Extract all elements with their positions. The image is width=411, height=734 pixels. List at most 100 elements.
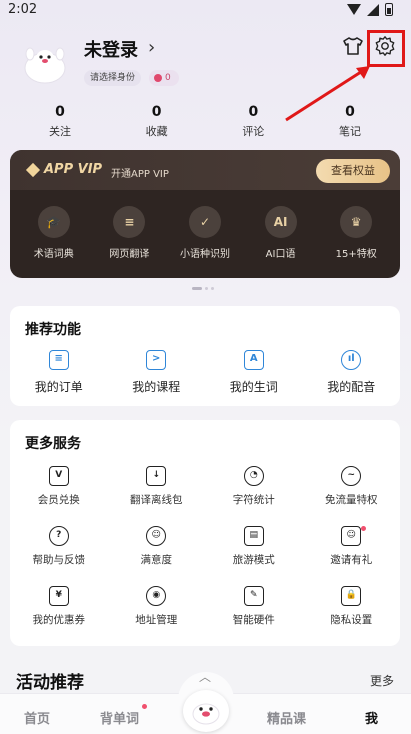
order-list-icon: ≡ xyxy=(48,350,69,370)
smile-icon: ☺ xyxy=(146,526,167,546)
service-coupons[interactable]: ¥ 我的优惠券 xyxy=(10,586,108,627)
location-pin-icon: ◉ xyxy=(146,586,167,606)
shield-check-icon: ✓ xyxy=(188,206,221,238)
my-orders-button[interactable]: ≡ 我的订单 xyxy=(16,350,102,395)
my-words-button[interactable]: A 我的生词 xyxy=(211,350,297,395)
lock-icon: 🔒 xyxy=(341,586,362,606)
settings-gear-icon[interactable] xyxy=(374,35,396,57)
vip-item-label: AI口语 xyxy=(265,249,296,260)
status-time: 2:02 xyxy=(8,2,38,17)
service-help-feedback[interactable]: ? 帮助与反馈 xyxy=(10,526,108,567)
battery-icon xyxy=(385,3,393,16)
graduation-cap-icon: 🎓 xyxy=(37,206,70,238)
stat-notes[interactable]: 0 笔记 xyxy=(310,104,390,139)
signal-icon xyxy=(367,3,379,16)
vip-exchange-icon: V xyxy=(48,466,69,486)
feature-label: 我的订单 xyxy=(34,380,83,394)
stat-label: 评论 xyxy=(242,125,265,138)
vip-card[interactable]: APP VIP 开通APP VIP 查看权益 🎓 术语词典 ≡ 网页翻译 ✓ 小… xyxy=(10,150,400,278)
carousel-indicator xyxy=(192,287,214,290)
diamond-icon xyxy=(25,162,41,178)
invite-icon: ☺ xyxy=(341,526,362,546)
avatar[interactable] xyxy=(22,44,68,84)
vip-item-minor-language[interactable]: ✓ 小语种识别 xyxy=(171,206,239,260)
stat-following[interactable]: 0 关注 xyxy=(20,104,100,139)
service-address[interactable]: ◉ 地址管理 xyxy=(108,586,206,627)
wifi-icon xyxy=(347,4,361,15)
vip-item-label: 网页翻译 xyxy=(109,249,150,260)
stat-value: 0 xyxy=(151,104,162,120)
service-label: 满意度 xyxy=(140,554,173,566)
feature-label: 我的配音 xyxy=(327,380,376,394)
coin-icon xyxy=(154,74,162,82)
stat-favorites[interactable]: 0 收藏 xyxy=(117,104,197,139)
document-icon: ≡ xyxy=(113,206,146,238)
service-label: 会员兑换 xyxy=(37,494,80,506)
video-course-icon: > xyxy=(146,350,167,370)
profile-stats: 0 关注 0 收藏 0 评论 0 笔记 xyxy=(20,104,390,139)
service-label: 我的优惠券 xyxy=(32,614,86,626)
my-dubbing-button[interactable]: ıl 我的配音 xyxy=(308,350,394,395)
carousel-dot xyxy=(211,287,214,290)
chevron-right-icon[interactable]: › xyxy=(148,37,155,58)
nav-words[interactable]: 背单词 xyxy=(100,708,139,727)
mascot-icon[interactable] xyxy=(183,690,229,732)
identity-select-badge[interactable]: 请选择身份 xyxy=(84,70,142,86)
stat-value: 0 xyxy=(248,104,259,120)
services-grid: V 会员兑换 ↓ 翻译离线包 ◔ 字符统计 ~ 免流量特权 ? 帮助与反馈 ☺ … xyxy=(10,466,400,627)
vip-item-label: 15+特权 xyxy=(335,249,377,260)
service-char-stats[interactable]: ◔ 字符统计 xyxy=(205,466,303,507)
vip-item-ai-speaking[interactable]: AI AI口语 xyxy=(247,206,315,260)
coupon-icon: ¥ xyxy=(48,586,69,606)
vip-header: APP VIP 开通APP VIP 查看权益 xyxy=(10,150,400,190)
nav-me[interactable]: 我 xyxy=(365,708,378,727)
service-free-data[interactable]: ~ 免流量特权 xyxy=(303,466,401,507)
word-book-icon: A xyxy=(243,350,264,370)
stat-label: 收藏 xyxy=(145,125,168,138)
nav-courses[interactable]: 精品课 xyxy=(267,708,306,727)
nav-words-dot xyxy=(142,704,147,709)
vip-item-label: 小语种识别 xyxy=(179,249,230,260)
vip-item-privileges[interactable]: ♛ 15+特权 xyxy=(322,206,390,260)
login-username[interactable]: 未登录 xyxy=(84,36,138,62)
status-bar: 2:02 xyxy=(0,0,411,22)
service-smart-hardware[interactable]: ✎ 智能硬件 xyxy=(205,586,303,627)
vip-item-web-translate[interactable]: ≡ 网页翻译 xyxy=(95,206,163,260)
stat-label: 关注 xyxy=(49,125,71,138)
service-label: 字符统计 xyxy=(232,494,275,506)
recommend-items: ≡ 我的订单 > 我的课程 A 我的生词 ıl 我的配音 xyxy=(10,350,400,395)
feature-label: 我的课程 xyxy=(132,380,181,394)
service-satisfaction[interactable]: ☺ 满意度 xyxy=(108,526,206,567)
coin-badge[interactable]: 0 xyxy=(149,70,179,86)
stat-comments[interactable]: 0 评论 xyxy=(213,104,293,139)
service-label: 帮助与反馈 xyxy=(32,554,86,566)
service-privacy[interactable]: 🔒 隐私设置 xyxy=(303,586,401,627)
view-benefits-button[interactable]: 查看权益 xyxy=(316,159,390,183)
activity-more-link[interactable]: 更多 xyxy=(370,672,394,689)
ai-speech-icon: AI xyxy=(264,206,297,238)
service-travel-mode[interactable]: ▤ 旅游模式 xyxy=(205,526,303,567)
recommend-card: 推荐功能 ≡ 我的订单 > 我的课程 A 我的生词 ıl 我的配音 xyxy=(10,306,400,406)
service-offline-pack[interactable]: ↓ 翻译离线包 xyxy=(108,466,206,507)
nav-home[interactable]: 首页 xyxy=(24,708,50,727)
service-vip-exchange[interactable]: V 会员兑换 xyxy=(10,466,108,507)
feature-label: 我的生词 xyxy=(229,380,278,394)
stat-value: 0 xyxy=(345,104,355,120)
service-label: 旅游模式 xyxy=(232,554,275,566)
download-icon: ↓ xyxy=(146,466,167,486)
status-icons xyxy=(347,3,393,16)
notification-dot xyxy=(360,526,366,531)
vip-item-terminology[interactable]: 🎓 术语词典 xyxy=(20,206,88,260)
carousel-dot-active xyxy=(192,287,202,290)
pie-chart-icon: ◔ xyxy=(243,466,264,486)
chevron-up-icon[interactable]: ︿ xyxy=(199,668,211,685)
smart-pen-icon: ✎ xyxy=(243,586,264,606)
service-invite[interactable]: ☺ 邀请有礼 xyxy=(303,526,401,567)
services-card: 更多服务 V 会员兑换 ↓ 翻译离线包 ◔ 字符统计 ~ 免流量特权 ? 帮助与… xyxy=(10,420,400,646)
tshirt-icon[interactable] xyxy=(342,36,364,56)
vip-benefits: 🎓 术语词典 ≡ 网页翻译 ✓ 小语种识别 AI AI口语 ♛ 15+特权 xyxy=(10,206,400,260)
my-courses-button[interactable]: > 我的课程 xyxy=(113,350,199,395)
vip-title: APP VIP xyxy=(44,162,103,177)
vip-item-label: 术语词典 xyxy=(33,249,74,260)
data-trend-icon: ~ xyxy=(341,466,362,486)
